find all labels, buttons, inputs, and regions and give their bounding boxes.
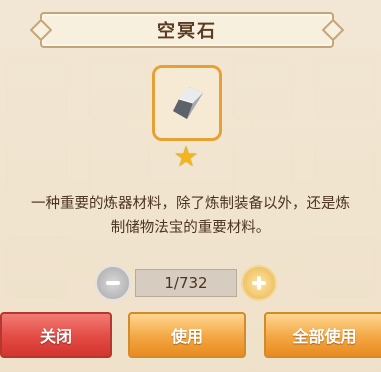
description-line-1: 一种重要的炼器材料，除了炼制装备以外，还是炼: [31, 196, 350, 212]
item-icon-frame: [152, 65, 222, 141]
description-line-2: 制储物法宝的重要材料。: [110, 220, 271, 236]
minus-icon: [106, 281, 120, 285]
use-all-button[interactable]: 全部使用: [264, 312, 381, 358]
use-button[interactable]: 使用: [128, 312, 246, 358]
quantity-stepper: 1/732: [95, 265, 277, 301]
plus-icon: [252, 276, 266, 290]
decrease-quantity-button[interactable]: [95, 265, 131, 301]
close-button[interactable]: 关闭: [0, 312, 112, 358]
quantity-value: 1/732: [164, 274, 208, 292]
spirit-stone-icon: [173, 87, 203, 119]
quantity-field[interactable]: 1/732: [135, 269, 237, 297]
item-name-title: 空冥石: [157, 21, 217, 42]
use-all-button-label: 全部使用: [292, 327, 357, 346]
close-button-label: 关闭: [39, 327, 72, 346]
item-description: 一种重要的炼器材料，除了炼制装备以外，还是炼 制储物法宝的重要材料。: [0, 192, 381, 240]
increase-quantity-button[interactable]: [241, 265, 277, 301]
use-button-label: 使用: [170, 327, 203, 346]
dialog-title-bar: 空冥石: [40, 12, 334, 48]
rarity-star-icon: ★: [173, 140, 199, 173]
